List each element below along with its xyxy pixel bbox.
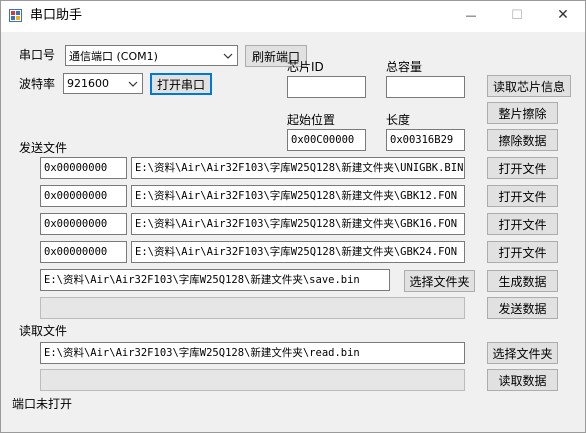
length-label: 长度 (386, 113, 411, 127)
start-address-field[interactable]: 0x00C00000 (287, 129, 366, 151)
baud-select[interactable]: 921600 (63, 73, 143, 94)
open-port-label: 打开串口 (156, 77, 205, 92)
erase-chip-button[interactable]: 整片擦除 (487, 102, 558, 124)
status-text: 端口未打开 (12, 397, 73, 411)
erase-data-label: 擦除数据 (498, 133, 547, 148)
choose-folder-label: 选择文件夹 (409, 274, 470, 289)
chip-id-label: 芯片ID (287, 60, 324, 74)
capacity-label: 总容量 (386, 60, 423, 74)
send-choose-folder-button[interactable]: 选择文件夹 (404, 270, 475, 292)
close-icon: ✕ (557, 7, 569, 23)
open-port-button[interactable]: 打开串口 (150, 73, 212, 95)
open-file-label: 打开文件 (498, 245, 547, 260)
open-file-label: 打开文件 (498, 189, 547, 204)
chevron-down-icon (223, 53, 233, 59)
send-addr-field-1[interactable]: 0x00000000 (40, 157, 127, 179)
erase-chip-label: 整片擦除 (498, 106, 547, 121)
send-addr-field-3[interactable]: 0x00000000 (40, 213, 127, 235)
read-data-button[interactable]: 读取数据 (487, 369, 558, 391)
open-file-label: 打开文件 (498, 217, 547, 232)
maximize-button[interactable]: ☐ (494, 0, 540, 30)
send-path-field-1[interactable]: E:\资料\Air\Air32F103\字库W25Q128\新建文件夹\UNIG… (131, 157, 465, 179)
port-select[interactable]: 通信端口 (COM1) (65, 45, 238, 66)
send-section-label: 发送文件 (19, 141, 68, 155)
read-section-label: 读取文件 (19, 324, 68, 338)
close-button[interactable]: ✕ (540, 0, 586, 30)
baud-label: 波特率 (19, 77, 56, 91)
open-file-button-4[interactable]: 打开文件 (487, 241, 558, 263)
choose-folder-label: 选择文件夹 (492, 346, 553, 361)
read-progress-bar (40, 369, 465, 391)
send-path-field-2[interactable]: E:\资料\Air\Air32F103\字库W25Q128\新建文件夹\GBK1… (131, 185, 465, 207)
read-choose-folder-button[interactable]: 选择文件夹 (487, 342, 558, 364)
window-title: 串口助手 (30, 8, 83, 23)
open-file-label: 打开文件 (498, 161, 547, 176)
open-file-button-2[interactable]: 打开文件 (487, 185, 558, 207)
generate-data-button[interactable]: 生成数据 (487, 270, 558, 292)
send-addr-field-4[interactable]: 0x00000000 (40, 241, 127, 263)
minimize-button[interactable]: — (448, 0, 494, 30)
send-addr-field-2[interactable]: 0x00000000 (40, 185, 127, 207)
port-label: 串口号 (19, 48, 56, 62)
save-path-field[interactable]: E:\资料\Air\Air32F103\字库W25Q128\新建文件夹\save… (40, 269, 390, 291)
read-chip-info-label: 读取芯片信息 (492, 79, 565, 94)
start-address-label: 起始位置 (287, 113, 336, 127)
send-progress-bar (40, 297, 465, 319)
send-path-field-4[interactable]: E:\资料\Air\Air32F103\字库W25Q128\新建文件夹\GBK2… (131, 241, 465, 263)
chip-id-field[interactable] (287, 76, 366, 98)
send-data-label: 发送数据 (498, 301, 547, 316)
open-file-button-1[interactable]: 打开文件 (487, 157, 558, 179)
send-path-field-3[interactable]: E:\资料\Air\Air32F103\字库W25Q128\新建文件夹\GBK1… (131, 213, 465, 235)
port-select-value: 通信端口 (COM1) (69, 49, 158, 63)
baud-select-value: 921600 (67, 77, 109, 90)
read-chip-info-button[interactable]: 读取芯片信息 (487, 75, 571, 97)
open-file-button-3[interactable]: 打开文件 (487, 213, 558, 235)
chevron-down-icon (128, 81, 138, 87)
maximize-icon: ☐ (511, 7, 523, 23)
app-icon (9, 9, 22, 22)
length-field[interactable]: 0x00316B29 (386, 129, 465, 151)
capacity-field[interactable] (386, 76, 465, 98)
send-data-button[interactable]: 发送数据 (487, 297, 558, 319)
generate-data-label: 生成数据 (498, 274, 547, 289)
read-path-field[interactable]: E:\资料\Air\Air32F103\字库W25Q128\新建文件夹\read… (40, 342, 465, 364)
minimize-icon: — (465, 8, 477, 22)
erase-data-button[interactable]: 擦除数据 (487, 129, 558, 151)
read-data-label: 读取数据 (498, 373, 547, 388)
